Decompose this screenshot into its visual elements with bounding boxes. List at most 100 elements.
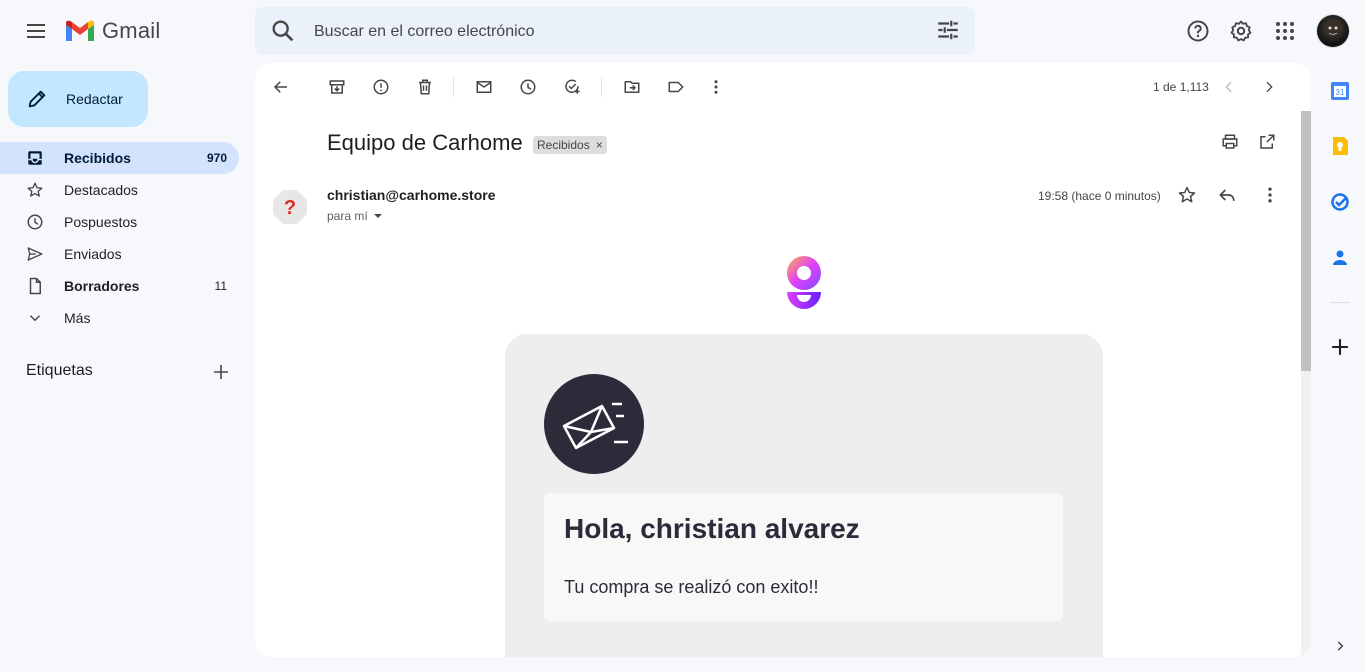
- more-vert-icon: [1268, 187, 1272, 203]
- older-button[interactable]: [1255, 75, 1283, 99]
- compose-label: Redactar: [66, 91, 123, 107]
- more-actions-button[interactable]: [702, 75, 730, 99]
- sidebar-item-label: Recibidos: [64, 150, 131, 166]
- back-button[interactable]: [267, 75, 295, 99]
- message-more-button[interactable]: [1260, 185, 1280, 205]
- help-button[interactable]: [1178, 11, 1218, 51]
- star-icon: [27, 182, 43, 197]
- pagination-text: 1 de 1,113: [1153, 80, 1209, 94]
- create-label-button[interactable]: [208, 359, 234, 385]
- message-timestamp: 19:58 (hace 0 minutos): [1038, 189, 1161, 203]
- show-side-panel-button[interactable]: [1326, 632, 1354, 660]
- tasks-app-button[interactable]: [1326, 188, 1354, 216]
- svg-text:31: 31: [1336, 88, 1345, 97]
- email-card: Hola, christian alvarez Tu compra se rea…: [505, 334, 1103, 657]
- gear-icon: [1230, 20, 1252, 42]
- compose-button[interactable]: Redactar: [8, 71, 148, 127]
- contacts-icon: [1333, 250, 1347, 265]
- more-vert-icon: [714, 80, 718, 94]
- unknown-sender-icon: ?: [273, 190, 307, 224]
- arrow-back-icon: [273, 81, 287, 93]
- caret-down-icon: [373, 214, 382, 218]
- get-addons-button[interactable]: [1326, 333, 1354, 361]
- delete-button[interactable]: [411, 75, 439, 99]
- sidebar-item-snoozed[interactable]: Pospuestos: [0, 206, 239, 238]
- message-view: 1 de 1,113 Equipo de Carhome Recibidos ×…: [255, 63, 1311, 657]
- open-new-window-button[interactable]: [1258, 133, 1276, 151]
- account-avatar[interactable]: [1317, 15, 1349, 47]
- move-to-button[interactable]: [618, 75, 646, 99]
- add-task-icon: [565, 79, 580, 94]
- sidebar-item-starred[interactable]: Destacados: [0, 174, 239, 206]
- archive-icon: [329, 80, 345, 94]
- toolbar-divider: [601, 77, 602, 97]
- label-chip: Recibidos ×: [533, 136, 607, 154]
- chevron-left-icon: [1225, 81, 1232, 93]
- drafts-count: 11: [214, 279, 227, 293]
- sidebar-item-more[interactable]: Más: [0, 302, 239, 334]
- toolbar-divider: [453, 77, 454, 97]
- message-subject: Equipo de Carhome: [327, 130, 523, 155]
- fast-mail-icon: [562, 402, 628, 450]
- tasks-icon: [1331, 193, 1349, 211]
- remove-label-button[interactable]: ×: [596, 138, 603, 152]
- sidebar-item-label: Pospuestos: [64, 214, 138, 230]
- message-panel: Hola, christian alvarez Tu compra se rea…: [544, 493, 1063, 621]
- trash-icon: [419, 79, 431, 95]
- app-name: Gmail: [102, 18, 161, 43]
- sender-email: christian@carhome.store: [327, 187, 496, 203]
- snooze-button[interactable]: [514, 75, 542, 99]
- search-icon[interactable]: [269, 17, 297, 45]
- add-to-tasks-button[interactable]: [558, 75, 586, 99]
- calendar-icon: 31: [1331, 82, 1349, 100]
- report-spam-icon: [373, 79, 389, 95]
- chevron-down-icon: [29, 315, 41, 322]
- send-icon: [27, 247, 43, 261]
- clock-icon: [27, 214, 43, 230]
- star-icon: [1178, 186, 1196, 203]
- unread-count: 970: [206, 151, 227, 165]
- chevron-right-icon: [1337, 641, 1344, 651]
- chevron-right-icon: [1266, 81, 1273, 93]
- label-icon: [668, 81, 684, 93]
- sidebar-item-label: Más: [64, 310, 91, 326]
- sidebar-item-label: Borradores: [64, 278, 140, 294]
- apps-grid-icon: [1276, 22, 1294, 40]
- purchase-message: Tu compra se realizó con exito!!: [564, 577, 819, 597]
- greeting-heading: Hola, christian alvarez: [564, 513, 860, 544]
- star-button[interactable]: [1177, 185, 1197, 205]
- sidebar-item-inbox[interactable]: Recibidos 970: [0, 142, 239, 174]
- hamburger-menu-icon: [27, 24, 45, 38]
- search-input[interactable]: [312, 19, 916, 45]
- newer-button[interactable]: [1215, 75, 1243, 99]
- recipient-details-toggle[interactable]: para mí: [327, 209, 384, 223]
- clock-icon: [520, 79, 536, 95]
- scrollbar-thumb[interactable]: [1301, 111, 1311, 371]
- draft-icon: [29, 277, 41, 295]
- plus-icon: [1332, 339, 1348, 355]
- calendar-app-button[interactable]: 31: [1326, 77, 1354, 105]
- mark-unread-button[interactable]: [470, 75, 498, 99]
- reply-button[interactable]: [1217, 185, 1237, 205]
- label-chip-text: Recibidos: [537, 138, 590, 152]
- mail-badge: [544, 374, 644, 474]
- settings-button[interactable]: [1221, 11, 1261, 51]
- keep-icon: [1333, 137, 1348, 155]
- report-spam-button[interactable]: [367, 75, 395, 99]
- keep-app-button[interactable]: [1326, 132, 1354, 160]
- search-options-icon[interactable]: [935, 17, 961, 43]
- search-bar[interactable]: [255, 7, 975, 55]
- archive-button[interactable]: [323, 75, 351, 99]
- sender-avatar[interactable]: ?: [272, 189, 308, 225]
- pencil-icon: [28, 90, 46, 108]
- gmail-m-icon: [66, 20, 94, 41]
- recipient-text: para mí: [327, 209, 368, 223]
- labels-button[interactable]: [662, 75, 690, 99]
- print-all-button[interactable]: [1221, 133, 1239, 151]
- google-apps-button[interactable]: [1265, 11, 1305, 51]
- gmail-logo[interactable]: Gmail: [64, 16, 160, 46]
- sidebar-item-sent[interactable]: Enviados: [0, 238, 239, 270]
- main-menu-button[interactable]: [16, 11, 56, 51]
- contacts-app-button[interactable]: [1326, 244, 1354, 272]
- sidebar-item-drafts[interactable]: Borradores 11: [0, 270, 239, 302]
